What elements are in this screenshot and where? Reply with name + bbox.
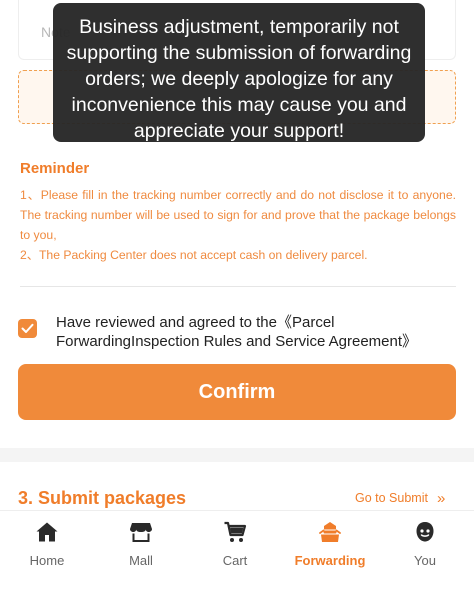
tab-home[interactable]: Home [0,511,94,591]
tab-mall[interactable]: Mall [94,511,188,591]
submit-packages-title: 3. Submit packages [18,488,187,508]
bottom-tab-bar: Home Mall Cart Forwarding You [0,510,474,604]
checkmark-icon [21,323,34,333]
toast-message: Business adjustment, temporarily not sup… [53,3,425,142]
double-chevron-right-icon[interactable]: » [437,490,446,507]
cart-icon [224,521,247,542]
divider [20,286,456,287]
reminder-line-2: 2、The Packing Center does not accept cas… [20,248,368,262]
section-separator [0,448,474,462]
reminder-line-1: 1、Please fill in the tracking number cor… [20,188,456,242]
tab-forwarding[interactable]: Forwarding [283,511,377,591]
tab-mall-label: Mall [129,553,153,568]
store-icon [130,523,152,542]
confirm-button[interactable]: Confirm [18,364,456,420]
home-icon [36,522,58,542]
forwarding-icon [319,522,341,542]
agreement-checkbox[interactable] [18,319,37,338]
tab-you-label: You [414,553,436,568]
reminder-text: 1、Please fill in the tracking number cor… [20,185,456,265]
reminder-title: Reminder [20,160,90,177]
user-icon [416,522,434,542]
tab-cart[interactable]: Cart [188,511,282,591]
agreement-text[interactable]: Have reviewed and agreed to the《Parcel F… [56,314,456,351]
tab-forwarding-label: Forwarding [294,553,366,568]
go-to-submit-link[interactable]: Go to Submit [355,491,428,505]
tab-cart-label: Cart [222,553,248,568]
tab-you[interactable]: You [378,511,472,591]
tab-home-label: Home [29,553,65,568]
